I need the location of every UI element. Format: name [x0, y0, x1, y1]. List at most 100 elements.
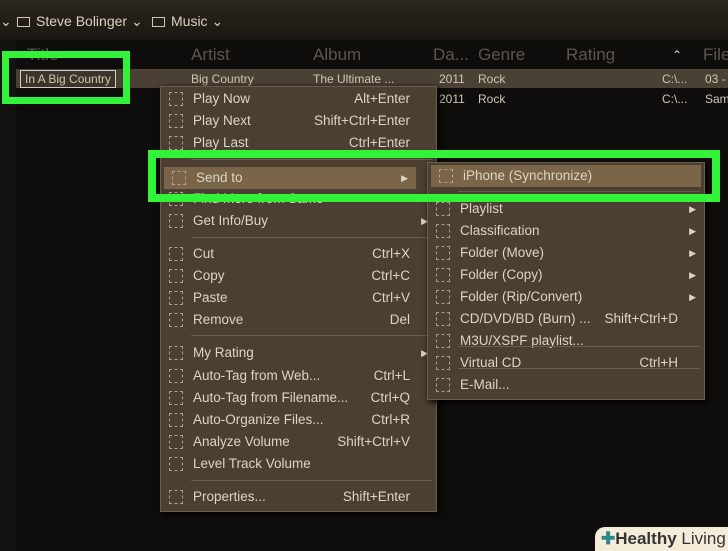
- breadcrumb-chevron-icon[interactable]: ⌄: [0, 13, 12, 30]
- date-cell: 2011: [439, 72, 465, 86]
- menu-item-icon: [169, 291, 183, 305]
- column-artist[interactable]: Artist: [191, 45, 230, 65]
- menu-separator: [191, 480, 432, 481]
- menu-item-shortcut: Ctrl+Enter: [348, 135, 410, 150]
- menu-item-icon: [436, 202, 450, 216]
- menu-separator: [191, 237, 432, 238]
- menu-item-icon: [169, 247, 183, 261]
- menu-item-label: Level Track Volume: [193, 456, 311, 471]
- sort-up-icon[interactable]: ⌃: [672, 48, 682, 62]
- path-cell: C:\...: [662, 72, 688, 86]
- menu-item-label: My Rating: [193, 345, 254, 360]
- menu-item-label: Playlist: [460, 201, 503, 216]
- menu-item-folder-move[interactable]: Folder (Move) ▶: [428, 242, 704, 264]
- file-cell: 03 -: [705, 72, 726, 86]
- menu-item-label: Get Info/Buy: [193, 213, 269, 228]
- column-date[interactable]: Da...: [433, 45, 469, 65]
- genre-cell: Rock: [478, 72, 506, 86]
- menu-item-play-now[interactable]: Play Now Alt+Enter: [161, 88, 436, 110]
- menu-item-label: Copy: [193, 268, 225, 283]
- menu-item-analyze-volume[interactable]: Analyze Volume Shift+Ctrl+V: [161, 431, 436, 453]
- menu-separator: [191, 335, 432, 336]
- menu-item-icon: [169, 313, 183, 327]
- menu-item-shortcut: Del: [389, 312, 410, 327]
- breadcrumb-music[interactable]: Music ⌄: [152, 13, 223, 30]
- menu-item-label: Analyze Volume: [193, 434, 290, 449]
- menu-item-icon: [169, 413, 183, 427]
- file-cell: Sam: [705, 92, 728, 106]
- menu-item-icon: [169, 269, 183, 283]
- genre-cell: Rock: [478, 92, 506, 106]
- left-panel: [0, 40, 16, 551]
- menu-item-play-next[interactable]: Play Next Shift+Ctrl+Enter: [161, 110, 436, 132]
- folder-icon: [17, 17, 30, 27]
- menu-item-label: Play Last: [193, 135, 249, 150]
- menu-item-remove[interactable]: Remove Del: [161, 309, 436, 331]
- breadcrumb-steve-bolinger[interactable]: Steve Bolinger ⌄: [17, 13, 143, 30]
- submenu-arrow-icon: ▶: [689, 226, 696, 236]
- menu-item-label: Remove: [193, 312, 244, 327]
- menu-item-e-mail[interactable]: E-Mail...: [428, 374, 704, 396]
- menu-item-shortcut: Ctrl+V: [372, 290, 410, 305]
- menu-item-shortcut: Shift+Ctrl+Enter: [313, 113, 410, 128]
- menu-item-shortcut: Shift+Ctrl+D: [604, 311, 678, 326]
- menu-item-copy[interactable]: Copy Ctrl+C: [161, 265, 436, 287]
- menu-item-shortcut: Ctrl+X: [372, 246, 410, 261]
- menu-item-icon: [169, 435, 183, 449]
- highlight-box-send-to: [148, 150, 720, 202]
- menu-item-shortcut: Shift+Ctrl+V: [337, 434, 410, 449]
- menu-item-icon: [169, 490, 183, 504]
- menu-item-shortcut: Alt+Enter: [354, 91, 410, 106]
- menu-item-auto-tag-from-web[interactable]: Auto-Tag from Web... Ctrl+L: [161, 365, 436, 387]
- menu-item-icon: [436, 268, 450, 282]
- menu-item-auto-organize-files[interactable]: Auto-Organize Files... Ctrl+R: [161, 409, 436, 431]
- menu-item-icon: [436, 334, 450, 348]
- menu-item-icon: [436, 290, 450, 304]
- menu-item-icon: [436, 378, 450, 392]
- menu-item-virtual-cd[interactable]: Virtual CD Ctrl+H: [428, 352, 704, 374]
- menu-item-label: Folder (Rip/Convert): [460, 289, 583, 304]
- menu-item-label: Auto-Organize Files...: [193, 412, 324, 427]
- menu-item-auto-tag-from-filename[interactable]: Auto-Tag from Filename... Ctrl+Q: [161, 387, 436, 409]
- menu-item-get-info-buy[interactable]: Get Info/Buy ▶: [161, 210, 436, 232]
- menu-item-label: Play Now: [193, 91, 251, 106]
- menu-item-icon: [169, 92, 183, 106]
- column-album[interactable]: Album: [313, 45, 361, 65]
- menu-item-level-track-volume[interactable]: Level Track Volume: [161, 453, 436, 475]
- menu-item-icon: [169, 369, 183, 383]
- menu-item-icon: [169, 214, 183, 228]
- menu-item-paste[interactable]: Paste Ctrl+V: [161, 287, 436, 309]
- column-file[interactable]: File: [703, 45, 728, 65]
- menu-item-folder-rip-convert[interactable]: Folder (Rip/Convert) ▶: [428, 286, 704, 308]
- watermark-logo: ✚Healthy Living: [595, 527, 728, 551]
- menu-item-my-rating[interactable]: My Rating ▶: [161, 342, 436, 364]
- menu-item-shortcut: Ctrl+R: [371, 412, 410, 427]
- menu-item-label: Properties...: [193, 489, 266, 504]
- menu-item-icon: [436, 246, 450, 260]
- submenu-arrow-icon: ▶: [689, 248, 696, 258]
- menu-item-label: Cut: [193, 246, 215, 261]
- menu-item-shortcut: Ctrl+L: [373, 368, 410, 383]
- folder-icon: [152, 17, 165, 27]
- artist-cell: Big Country: [191, 72, 254, 86]
- menu-item-m3u-xspf-playlist[interactable]: M3U/XSPF playlist...: [428, 330, 704, 352]
- path-cell: C:\...: [662, 92, 688, 106]
- menu-item-properties[interactable]: Properties... Shift+Enter: [161, 486, 436, 508]
- menu-item-icon: [436, 356, 450, 370]
- menu-item-label: E-Mail...: [460, 377, 510, 392]
- date-cell: 2011: [439, 92, 465, 106]
- column-rating[interactable]: Rating: [566, 45, 615, 65]
- album-cell: The Ultimate ...: [313, 72, 395, 86]
- menu-item-label: Folder (Copy): [460, 267, 543, 282]
- menu-item-label: Auto-Tag from Filename...: [193, 390, 349, 405]
- menu-item-folder-copy[interactable]: Folder (Copy) ▶: [428, 264, 704, 286]
- menu-item-label: Paste: [193, 290, 228, 305]
- submenu-arrow-icon: ▶: [689, 292, 696, 302]
- column-genre[interactable]: Genre: [478, 45, 525, 65]
- menu-item-classification[interactable]: Classification ▶: [428, 220, 704, 242]
- menu-separator: [458, 368, 700, 369]
- menu-item-shortcut: Shift+Enter: [342, 489, 410, 504]
- menu-item-cut[interactable]: Cut Ctrl+X: [161, 243, 436, 265]
- menu-item-cd-dvd-bd-burn[interactable]: CD/DVD/BD (Burn) ... Shift+Ctrl+D: [428, 308, 704, 330]
- menu-item-icon: [436, 312, 450, 326]
